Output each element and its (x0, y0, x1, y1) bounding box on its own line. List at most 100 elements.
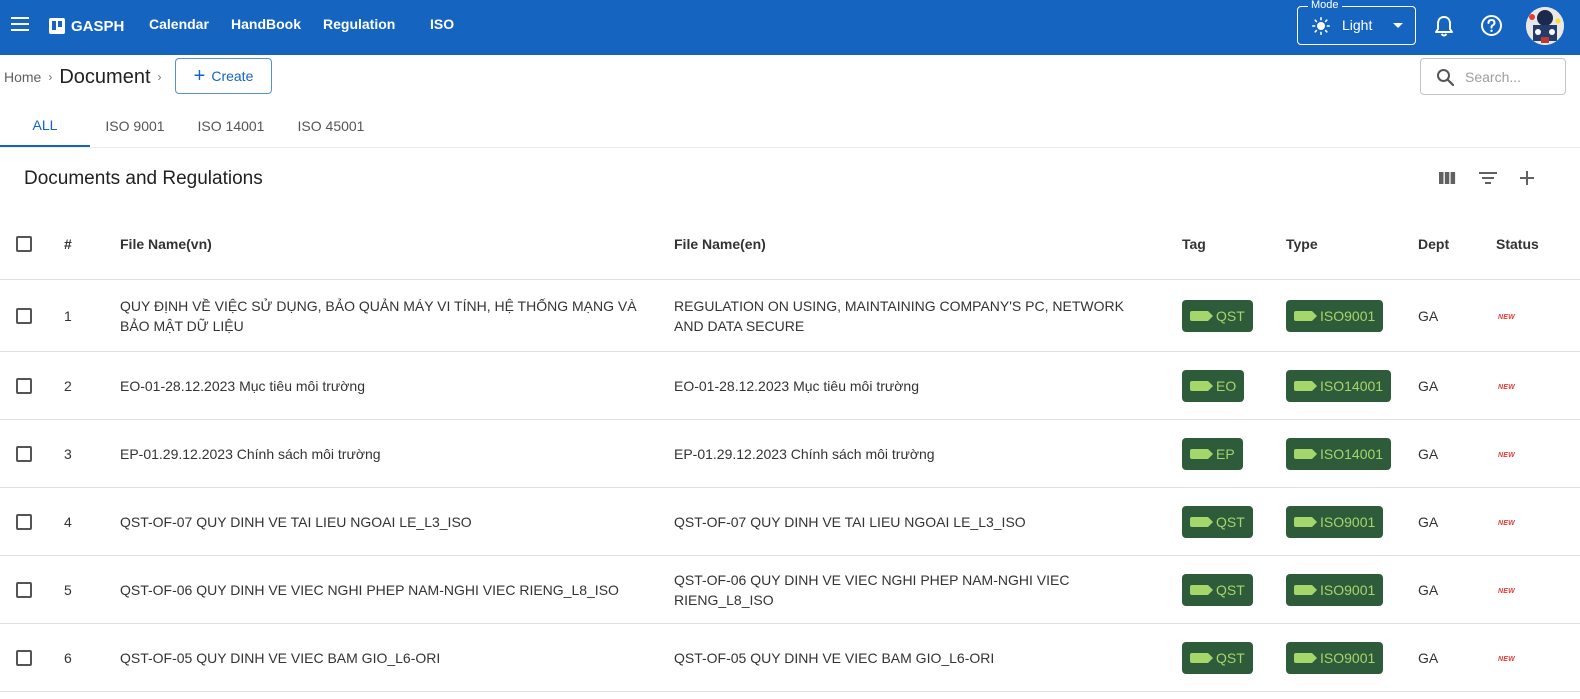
tag-icon (1190, 516, 1213, 527)
file-name-en[interactable]: REGULATION ON USING, MAINTAINING COMPANY… (674, 279, 1182, 352)
column-header-type[interactable]: Type (1286, 208, 1418, 280)
mode-label: Mode (1308, 0, 1342, 11)
app-bar: GASPH Calendar HandBook Regulation ISO M… (0, 0, 1580, 55)
dept-cell: GA (1418, 351, 1496, 420)
table-header-row: # File Name(vn) File Name(en) Tag Type D… (0, 208, 1580, 280)
dept-cell: GA (1418, 487, 1496, 556)
row-checkbox[interactable] (16, 581, 32, 598)
menu-icon[interactable] (8, 12, 32, 36)
chevron-right-icon: › (157, 70, 162, 84)
tag-chip[interactable]: EP (1182, 437, 1243, 470)
dept-cell: GA (1418, 623, 1496, 692)
tab-iso-9001[interactable]: ISO 9001 (96, 104, 174, 147)
row-number: 1 (64, 279, 120, 352)
column-header-file-name-en[interactable]: File Name(en) (674, 208, 1182, 280)
type-chip[interactable]: ISO14001 (1286, 437, 1392, 470)
file-name-vn[interactable]: EO-01-28.12.2023 Mục tiêu môi trường (120, 351, 674, 420)
file-name-vn[interactable]: QUY ĐỊNH VỀ VIỆC SỬ DỤNG, BẢO QUẢN MÁY V… (120, 279, 674, 352)
create-button[interactable]: + Create (175, 58, 272, 94)
avatar[interactable] (1526, 7, 1564, 45)
row-checkbox[interactable] (16, 377, 32, 394)
file-name-vn[interactable]: QST-OF-05 QUY DINH VE VIEC BAM GIO_L6-OR… (120, 623, 674, 692)
type-label: ISO9001 (1320, 581, 1376, 598)
page-title: Document (59, 65, 151, 88)
search-box[interactable] (1420, 58, 1566, 95)
file-name-en[interactable]: QST-OF-06 QUY DINH VE VIEC NGHI PHEP NAM… (674, 555, 1182, 624)
column-header-file-name-vn[interactable]: File Name(vn) (120, 208, 674, 280)
select-all-checkbox[interactable] (16, 235, 32, 252)
row-number: 3 (64, 419, 120, 488)
file-name-vn[interactable]: EP-01.29.12.2023 Chính sách môi trường (120, 419, 674, 488)
tab-all[interactable]: ALL (0, 104, 90, 147)
documents-table: # File Name(vn) File Name(en) Tag Type D… (0, 208, 1580, 692)
mode-value: Light (1342, 17, 1373, 33)
nav-regulation[interactable]: Regulation (323, 16, 395, 32)
avatar-image (1526, 7, 1564, 45)
type-chip[interactable]: ISO9001 (1286, 299, 1384, 332)
table-row[interactable]: 4 QST-OF-07 QUY DINH VE TAI LIEU NGOAI L… (0, 487, 1580, 556)
status-badge: NEW (1498, 587, 1515, 595)
type-chip[interactable]: ISO9001 (1286, 505, 1384, 538)
tag-label: EP (1216, 445, 1235, 462)
nav-handbook[interactable]: HandBook (231, 16, 301, 32)
tag-icon (1190, 310, 1213, 321)
tag-label: QST (1216, 581, 1245, 598)
tab-iso-14001[interactable]: ISO 14001 (188, 104, 274, 147)
tag-icon (1190, 652, 1213, 663)
table-row[interactable]: 1 QUY ĐỊNH VỀ VIỆC SỬ DỤNG, BẢO QUẢN MÁY… (0, 279, 1580, 352)
search-input[interactable] (1465, 68, 1560, 86)
status-badge: NEW (1498, 313, 1515, 321)
type-chip[interactable]: ISO9001 (1286, 573, 1384, 606)
breadcrumb-home[interactable]: Home (4, 69, 41, 85)
file-name-en[interactable]: EO-01-28.12.2023 Mục tiêu môi trường (674, 351, 1182, 420)
caret-down-icon (1393, 23, 1403, 28)
tag-chip[interactable]: EO (1182, 369, 1245, 402)
row-checkbox[interactable] (16, 513, 32, 530)
dept-cell: GA (1418, 279, 1496, 352)
table-row[interactable]: 6 QST-OF-05 QUY DINH VE VIEC BAM GIO_L6-… (0, 623, 1580, 692)
tag-icon (1190, 380, 1213, 391)
help-icon[interactable] (1480, 14, 1503, 37)
type-label: ISO14001 (1320, 377, 1384, 394)
row-checkbox[interactable] (16, 445, 32, 462)
type-label: ISO9001 (1320, 513, 1376, 530)
table-row[interactable]: 2 EO-01-28.12.2023 Mục tiêu môi trường E… (0, 351, 1580, 420)
row-checkbox[interactable] (16, 649, 32, 666)
columns-icon[interactable] (1437, 168, 1457, 188)
brand[interactable]: GASPH (49, 16, 124, 36)
tag-icon (1294, 516, 1317, 527)
row-number: 5 (64, 555, 120, 624)
add-icon[interactable] (1517, 168, 1537, 188)
table-row[interactable]: 5 QST-OF-06 QUY DINH VE VIEC NGHI PHEP N… (0, 555, 1580, 624)
section-title: Documents and Regulations (24, 168, 263, 189)
mode-select[interactable]: Mode Light (1297, 0, 1416, 45)
type-chip[interactable]: ISO14001 (1286, 369, 1392, 402)
row-number: 4 (64, 487, 120, 556)
tag-chip[interactable]: QST (1182, 641, 1253, 674)
table-row[interactable]: 3 EP-01.29.12.2023 Chính sách môi trường… (0, 419, 1580, 488)
type-chip[interactable]: ISO9001 (1286, 641, 1384, 674)
file-name-vn[interactable]: QST-OF-07 QUY DINH VE TAI LIEU NGOAI LE_… (120, 487, 674, 556)
column-header-dept[interactable]: Dept (1418, 208, 1496, 280)
tag-icon (1294, 310, 1317, 321)
plus-icon: + (193, 65, 206, 87)
file-name-en[interactable]: QST-OF-07 QUY DINH VE TAI LIEU NGOAI LE_… (674, 487, 1182, 556)
file-name-en[interactable]: QST-OF-05 QUY DINH VE VIEC BAM GIO_L6-OR… (674, 623, 1182, 692)
sun-icon (1312, 17, 1330, 35)
filter-icon[interactable] (1477, 168, 1499, 188)
bell-icon[interactable] (1433, 14, 1455, 38)
file-name-en[interactable]: EP-01.29.12.2023 Chính sách môi trường (674, 419, 1182, 488)
create-label: Create (211, 68, 254, 84)
tag-chip[interactable]: QST (1182, 505, 1253, 538)
nav-iso[interactable]: ISO (430, 16, 454, 32)
row-number: 2 (64, 351, 120, 420)
column-header-status[interactable]: Status (1496, 208, 1580, 280)
file-name-vn[interactable]: QST-OF-06 QUY DINH VE VIEC NGHI PHEP NAM… (120, 555, 674, 624)
tab-iso-45001[interactable]: ISO 45001 (288, 104, 374, 147)
column-header-number[interactable]: # (64, 208, 120, 280)
column-header-tag[interactable]: Tag (1182, 208, 1286, 280)
tag-chip[interactable]: QST (1182, 573, 1253, 606)
nav-calendar[interactable]: Calendar (149, 16, 209, 32)
tag-chip[interactable]: QST (1182, 299, 1253, 332)
row-checkbox[interactable] (16, 307, 32, 324)
